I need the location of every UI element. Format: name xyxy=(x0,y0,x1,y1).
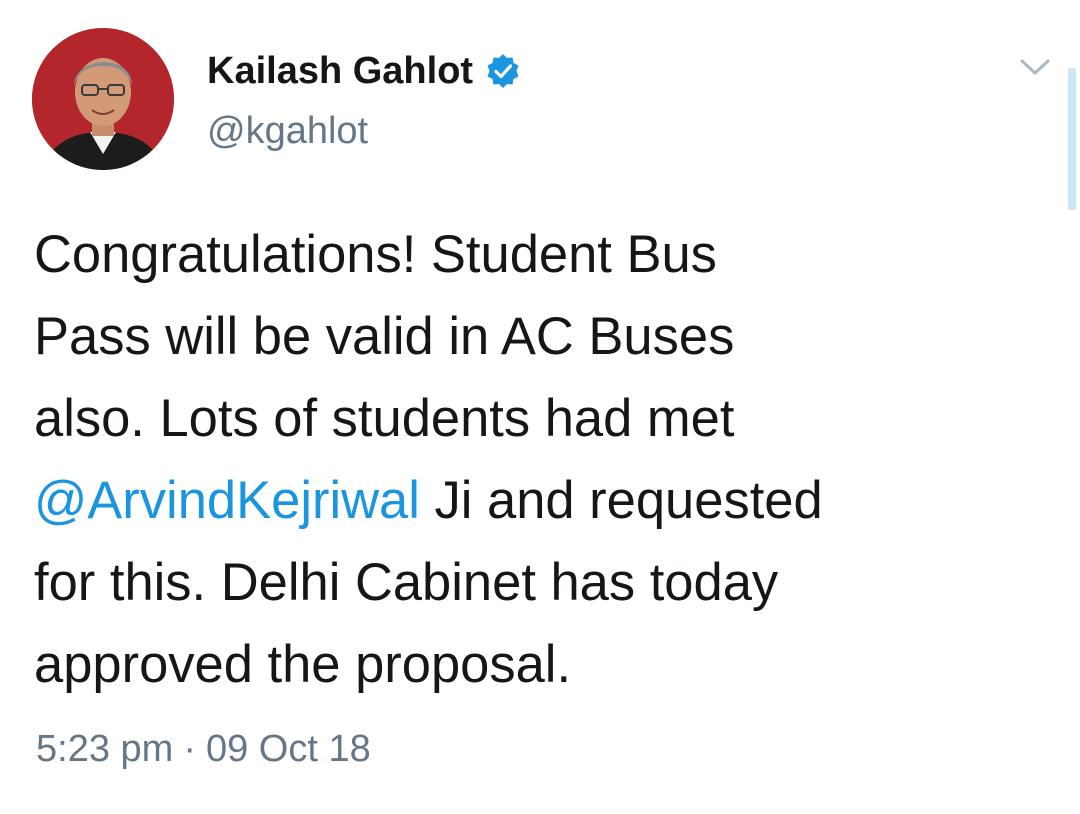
tweet-line: Congratulations! Student Bus xyxy=(34,225,717,284)
tweet-line: Pass will be valid in AC Buses xyxy=(34,307,735,366)
tweet-timestamp[interactable]: 5:23 pm · 09 Oct 18 xyxy=(36,728,371,771)
separator-dot: · xyxy=(183,728,196,770)
display-name[interactable]: Kailash Gahlot xyxy=(207,50,473,93)
display-name-row[interactable]: Kailash Gahlot xyxy=(207,49,521,93)
scrollbar[interactable] xyxy=(1068,68,1076,210)
verified-badge-icon xyxy=(485,53,521,89)
avatar[interactable] xyxy=(32,28,174,170)
user-handle[interactable]: @kgahlot xyxy=(207,110,368,153)
chevron-down-icon[interactable] xyxy=(1016,52,1054,82)
tweet-line: approved the proposal. xyxy=(34,635,572,694)
mention-link[interactable]: @ArvindKejriwal xyxy=(34,471,420,530)
avatar-image xyxy=(32,28,174,170)
tweet-line: also. Lots of students had met xyxy=(34,389,735,448)
tweet-date: 09 Oct 18 xyxy=(205,728,371,770)
tweet-text: Congratulations! Student Bus Pass will b… xyxy=(34,214,1034,706)
tweet-line-rest: Ji and requested xyxy=(419,471,823,530)
tweet-view: Kailash Gahlot @kgahlot Congratulations!… xyxy=(0,0,1080,814)
tweet-line: for this. Delhi Cabinet has today xyxy=(34,553,779,612)
tweet-time: 5:23 pm xyxy=(36,728,174,770)
tweet-line: @ArvindKejriwal Ji and requested xyxy=(34,460,1034,542)
